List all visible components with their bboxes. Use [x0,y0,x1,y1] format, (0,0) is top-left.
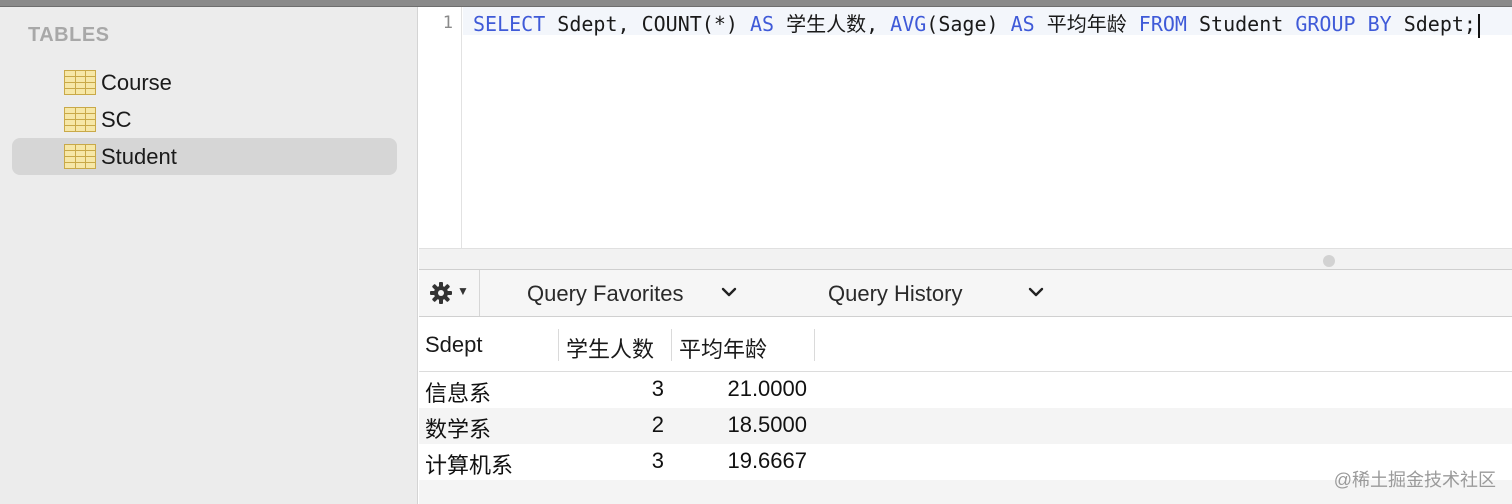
cell-student-count: 2 [651,412,664,437]
cell-sdept: 计算机系 [425,453,514,478]
query-history-button[interactable]: Query History [819,270,1049,316]
query-editor[interactable]: 1 SELECT Sdept, COUNT(*) AS 学生人数, AVG(Sa… [419,7,1512,248]
sql-text: Student [1186,12,1296,36]
gear-menu-button[interactable]: ▼ [419,270,480,316]
sql-query-line[interactable]: SELECT Sdept, COUNT(*) AS 学生人数, AVG(Sage… [473,8,1480,38]
sql-keyword: AS [749,12,775,36]
column-header-avg-age[interactable]: 平均年龄 [679,332,767,364]
watermark-text: @稀土掘金技术社区 [1333,470,1496,490]
column-header-student-count[interactable]: 学生人数 [566,332,654,364]
line-number: 1 [442,13,453,33]
sidebar-item-label: SC [101,107,132,132]
sql-text: (Sage) [926,12,1011,36]
cell-sdept: 数学系 [425,417,492,442]
sidebar-item-course[interactable]: Course [12,64,397,101]
sql-text: 学生人数, [774,12,891,36]
cell-avg-age: 19.6667 [727,448,807,473]
query-toolbar: ▼ Query Favorites Query History [419,270,1512,317]
chevron-down-icon [1028,287,1044,297]
cell-avg-age: 18.5000 [727,412,807,437]
cell-student-count: 3 [651,376,664,401]
table-icon [64,107,96,132]
query-favorites-label: Query Favorites [527,281,684,306]
query-history-label: Query History [828,281,963,306]
splitter-handle[interactable] [1323,255,1335,267]
window-top-edge [0,0,1512,7]
column-header-sdept[interactable]: Sdept [425,332,483,358]
text-caret [1477,13,1480,38]
tables-section-header: TABLES [28,24,110,46]
chevron-down-icon [721,287,737,297]
column-divider[interactable] [671,329,672,361]
query-favorites-button[interactable]: Query Favorites [519,270,749,316]
cell-sdept: 信息系 [425,381,492,406]
table-row[interactable]: 数学系 2 18.5000 [419,408,1512,444]
sql-text: Sdept; [1391,12,1476,36]
sql-keyword: SELECT [473,12,546,36]
caret-down-icon: ▼ [457,284,469,298]
table-row[interactable]: 信息系 3 21.0000 [419,372,1512,408]
sidebar-item-sc[interactable]: SC [12,101,397,138]
sidebar-item-student[interactable]: Student [12,138,397,175]
table-icon [64,144,96,169]
sql-keyword: GROUP [1295,12,1356,36]
table-icon [64,70,96,95]
cell-avg-age: 21.0000 [727,376,807,401]
sidebar-item-label: Student [101,144,177,169]
sql-text: Sdept, COUNT(*) [545,12,750,36]
column-divider[interactable] [814,329,815,361]
sidebar: TABLES Course SC Student [0,7,418,504]
sidebar-item-label: Course [101,70,172,95]
cell-student-count: 3 [651,448,664,473]
gear-icon [430,282,452,304]
sql-keyword: FROM [1138,12,1187,36]
sql-keyword: BY [1367,12,1392,36]
line-number-gutter: 1 [419,7,462,248]
sql-text: 平均年龄 [1034,12,1139,36]
sql-keyword: AS [1010,12,1035,36]
results-header-row: Sdept 学生人数 平均年龄 [419,317,1512,372]
editor-results-splitter[interactable] [419,248,1512,270]
column-divider[interactable] [558,329,559,361]
sql-keyword: AVG [890,12,927,36]
